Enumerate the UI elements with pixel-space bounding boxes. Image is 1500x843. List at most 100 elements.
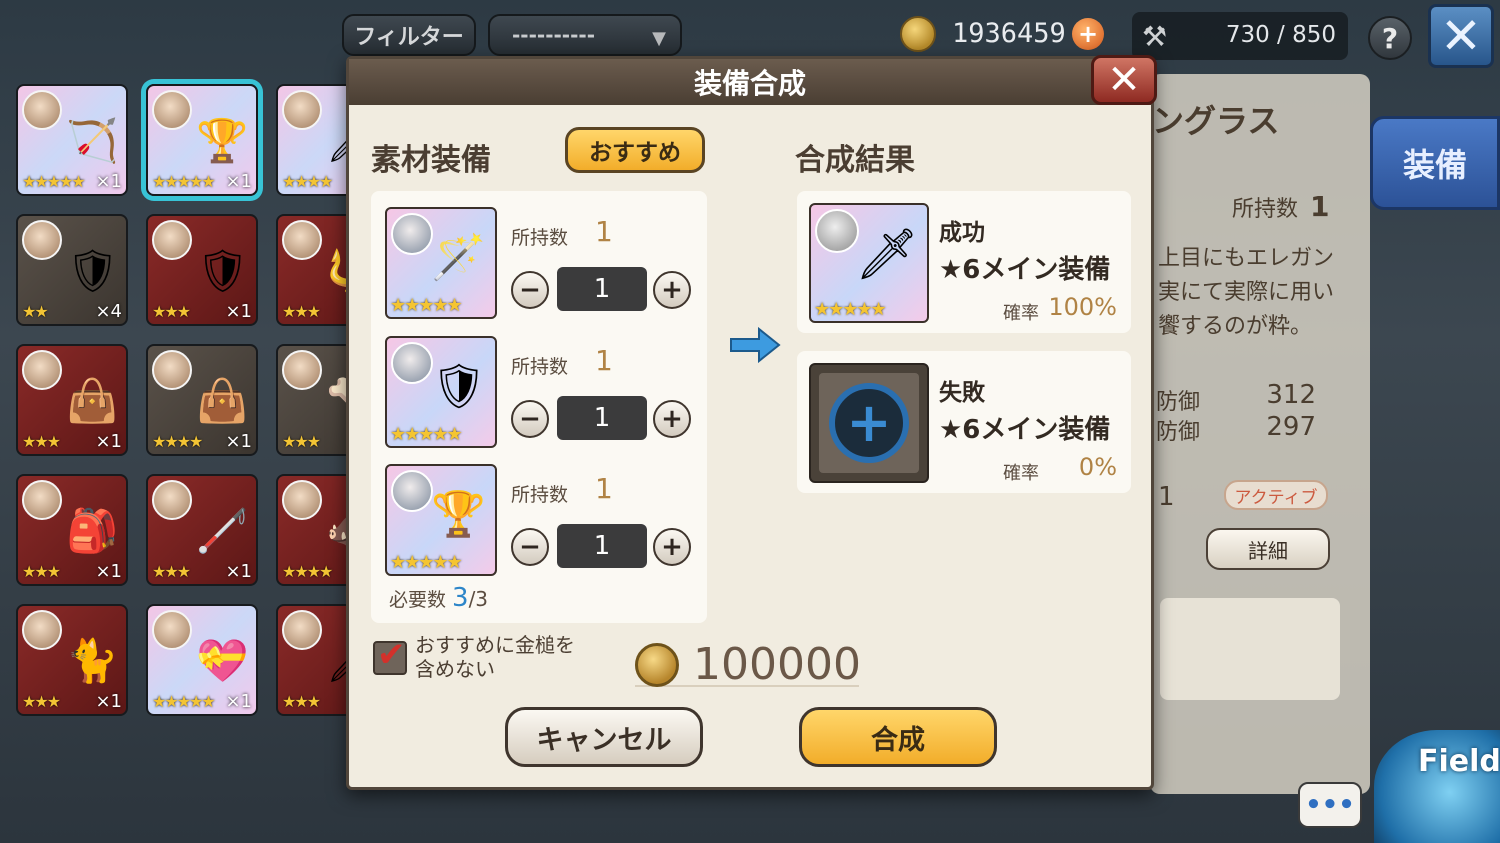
- equipment-icon: 🦯: [196, 506, 249, 555]
- required-current: 3: [452, 583, 469, 613]
- material-slot[interactable]: 🪄 ★★★★★: [385, 207, 497, 319]
- increase-button[interactable]: +: [653, 271, 691, 309]
- result-success-icon: 🗡 ★★★★★: [809, 203, 929, 323]
- rarity-stars: ★★★: [282, 692, 321, 711]
- character-portrait: [391, 342, 433, 384]
- inventory-slot[interactable]: 🐈 ★★★ ×1: [16, 604, 128, 716]
- stat-2-value: 297: [1266, 412, 1316, 442]
- decrease-button[interactable]: −: [511, 400, 549, 438]
- exclude-hammer-checkbox[interactable]: ✔: [373, 635, 407, 675]
- capacity-value: 730 / 850: [1225, 22, 1336, 48]
- owned-value: 1: [595, 215, 613, 248]
- material-row: 🪄 ★★★★★ 所持数 1 − 1 +: [385, 207, 695, 323]
- material-slot[interactable]: 🏆 ★★★★★: [385, 464, 497, 576]
- character-portrait: [152, 350, 192, 390]
- stat-1-label: 防御: [1156, 390, 1201, 415]
- quantity-field[interactable]: 1: [557, 267, 647, 311]
- filter-button[interactable]: フィルター: [342, 14, 476, 56]
- item-name: ングラス: [1152, 102, 1280, 140]
- arrow-right-icon: [730, 327, 781, 363]
- decrease-button[interactable]: −: [511, 528, 549, 566]
- plus-circle-icon: +: [829, 383, 909, 463]
- inventory-slot[interactable]: 🛡 ★★ ×4: [16, 214, 128, 326]
- character-portrait: [22, 220, 62, 260]
- required-total: /3: [468, 587, 489, 611]
- equipment-icon: 🛡: [66, 246, 120, 295]
- inventory-slot[interactable]: 🏹 ★★★★★ ×1: [16, 84, 128, 196]
- character-portrait: [282, 610, 322, 650]
- cancel-button[interactable]: キャンセル: [505, 707, 703, 767]
- inventory-slot[interactable]: 🛡 ★★★ ×1: [146, 214, 258, 326]
- close-screen-button[interactable]: ✕: [1428, 4, 1494, 68]
- rarity-stars: ★★★: [22, 692, 61, 711]
- equipment-icon: 🐈: [66, 636, 119, 685]
- field-label: Field: [1418, 744, 1500, 779]
- character-portrait: [22, 610, 62, 650]
- rarity-stars: ★★★★: [152, 432, 203, 451]
- chat-button[interactable]: •••: [1298, 782, 1362, 828]
- rarity-stars: ★★★★: [282, 172, 333, 191]
- inventory-slot[interactable]: 🏆 ★★★★★ ×1: [146, 84, 258, 196]
- help-button[interactable]: ?: [1368, 16, 1412, 60]
- filter-dropdown[interactable]: ---------- ▼: [488, 14, 682, 56]
- dialog-title: 装備合成: [349, 59, 1151, 105]
- item-owned-label: 所持数: [1232, 197, 1299, 222]
- character-portrait: [152, 90, 192, 130]
- equip-tab[interactable]: 装備: [1370, 116, 1500, 210]
- item-count: ×1: [95, 431, 122, 452]
- sword-icon: 🗡: [855, 225, 919, 283]
- coin-value: 1936459: [952, 18, 1066, 49]
- quantity-field[interactable]: 1: [557, 524, 647, 568]
- item-count: ×4: [95, 301, 122, 322]
- item-count: ×1: [225, 431, 252, 452]
- character-portrait: [22, 480, 62, 520]
- result-success-panel: 🗡 ★★★★★ 成功 ★6メイン装備 確率 100%: [797, 191, 1131, 333]
- character-portrait: [282, 90, 322, 130]
- rarity-stars: ★★★★★: [814, 299, 887, 320]
- staff-icon: 🪄: [431, 232, 486, 283]
- hammer-icon: ⚒: [1142, 20, 1168, 53]
- increase-button[interactable]: +: [653, 528, 691, 566]
- dialog-close-button[interactable]: ✕: [1091, 55, 1157, 105]
- increase-button[interactable]: +: [653, 400, 691, 438]
- rarity-stars: ★★★★★: [152, 692, 216, 711]
- item-count: ×1: [225, 171, 252, 192]
- rarity-stars: ★★★: [152, 302, 191, 321]
- item-count: ×1: [225, 561, 252, 582]
- material-row: 🏆 ★★★★★ 所持数 1 − 1 +: [385, 464, 695, 580]
- coin-icon: [635, 643, 679, 687]
- item-count: ×1: [225, 691, 252, 712]
- synthesis-dialog: 装備合成 ✕ 素材装備 おすすめ 合成結果 🪄 ★★★★★ 所持数 1 − 1 …: [346, 55, 1157, 790]
- inventory-slot[interactable]: 🎒 ★★★ ×1: [16, 474, 128, 586]
- item-count: ×1: [225, 301, 252, 322]
- add-coins-button[interactable]: +: [1072, 18, 1104, 50]
- materials-panel: 🪄 ★★★★★ 所持数 1 − 1 + 🛡 ★★★★★ 所持数 1 − 1 +: [371, 191, 707, 623]
- rarity-stars: ★★★: [22, 562, 61, 581]
- character-portrait: [815, 209, 859, 253]
- character-portrait: [22, 350, 62, 390]
- recommend-button[interactable]: おすすめ: [565, 127, 705, 173]
- owned-label: 所持数: [511, 484, 569, 506]
- rarity-stars: ★★★: [282, 302, 321, 321]
- goblet-icon: 🏆: [431, 489, 486, 540]
- equipment-icon: 🏆: [196, 116, 249, 165]
- inventory-slot[interactable]: 👜 ★★★★ ×1: [146, 344, 258, 456]
- result-rate-value: 0%: [1078, 453, 1117, 481]
- field-button[interactable]: Field: [1374, 730, 1500, 843]
- material-slot[interactable]: 🛡 ★★★★★: [385, 336, 497, 448]
- decrease-button[interactable]: −: [511, 271, 549, 309]
- synthesize-button[interactable]: 合成: [799, 707, 997, 767]
- detail-button[interactable]: 詳細: [1206, 528, 1330, 570]
- exclude-hammer-label: おすすめに金槌を含めない: [415, 633, 575, 681]
- inventory-slot[interactable]: 🦯 ★★★ ×1: [146, 474, 258, 586]
- inventory-slot[interactable]: 👜 ★★★ ×1: [16, 344, 128, 456]
- result-title: 合成結果: [795, 143, 915, 178]
- inventory-slot[interactable]: 💝 ★★★★★ ×1: [146, 604, 258, 716]
- rarity-stars: ★★★★★: [390, 424, 463, 445]
- quantity-field[interactable]: 1: [557, 396, 647, 440]
- owned-label: 所持数: [511, 356, 569, 378]
- item-description: 上目にもエレガン実にて実際に用い饗するのが粋。: [1158, 246, 1335, 339]
- item-stat-2: 防御 297: [1156, 412, 1316, 446]
- failure-frame: +: [819, 373, 919, 473]
- shield-icon: 🛡: [431, 361, 487, 412]
